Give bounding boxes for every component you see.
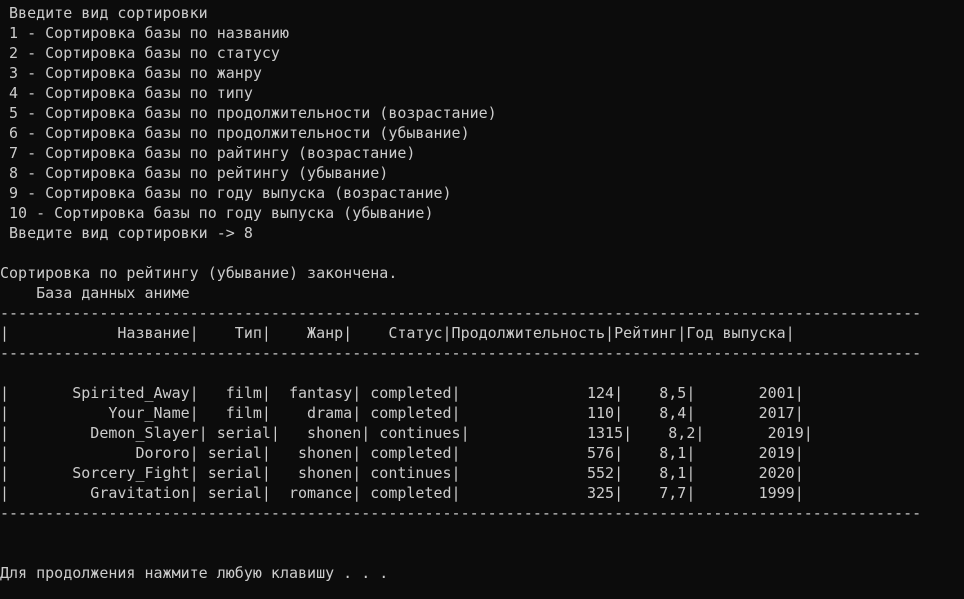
menu-option-8: 8 - Сортировка базы по рейтингу (убывани… [0,164,389,182]
menu-option-1: 1 - Сортировка базы по названию [0,24,289,42]
menu-option-3: 3 - Сортировка базы по жанру [0,64,262,82]
menu-option-5: 5 - Сортировка базы по продолжительности… [0,104,497,122]
console-window[interactable]: Введите вид сортировки 1 - Сортировка ба… [0,3,964,583]
table-row: | Demon_Slayer| serial| shonen| continue… [0,424,813,442]
table-row: | Gravitation| serial| romance| complete… [0,484,804,502]
menu-option-7: 7 - Сортировка базы по райтингу (возраст… [0,144,416,162]
table-row: | Sorcery_Fight| serial| shonen| continu… [0,464,804,482]
menu-option-2: 2 - Сортировка базы по статусу [0,44,280,62]
table-separator-bottom: ----------------------------------------… [0,504,922,522]
table-row: | Your_Name| film| drama| completed| 110… [0,404,804,422]
table-separator-mid: ----------------------------------------… [0,344,922,362]
table-header-row: | Название| Тип| Жанр| Статус|Продолжите… [0,324,795,342]
database-title: База данных аниме [0,284,190,302]
menu-header: Введите вид сортировки [0,4,208,22]
table-separator-top: ----------------------------------------… [0,304,922,322]
sort-prompt: Введите вид сортировки -> 8 [0,224,253,242]
menu-option-6: 6 - Сортировка базы по продолжительности… [0,124,470,142]
table-row: | Spirited_Away| film| fantasy| complete… [0,384,804,402]
menu-option-9: 9 - Сортировка базы по году выпуска (воз… [0,184,452,202]
table-row: | Dororo| serial| shonen| completed| 576… [0,444,804,462]
sort-done-message: Сортировка по рейтингу (убывание) законч… [0,264,398,282]
menu-option-4: 4 - Сортировка базы по типу [0,84,253,102]
press-any-key-message: Для продолжения нажмите любую клавишу . … [0,564,389,582]
menu-option-10: 10 - Сортировка базы по году выпуска (уб… [0,204,434,222]
